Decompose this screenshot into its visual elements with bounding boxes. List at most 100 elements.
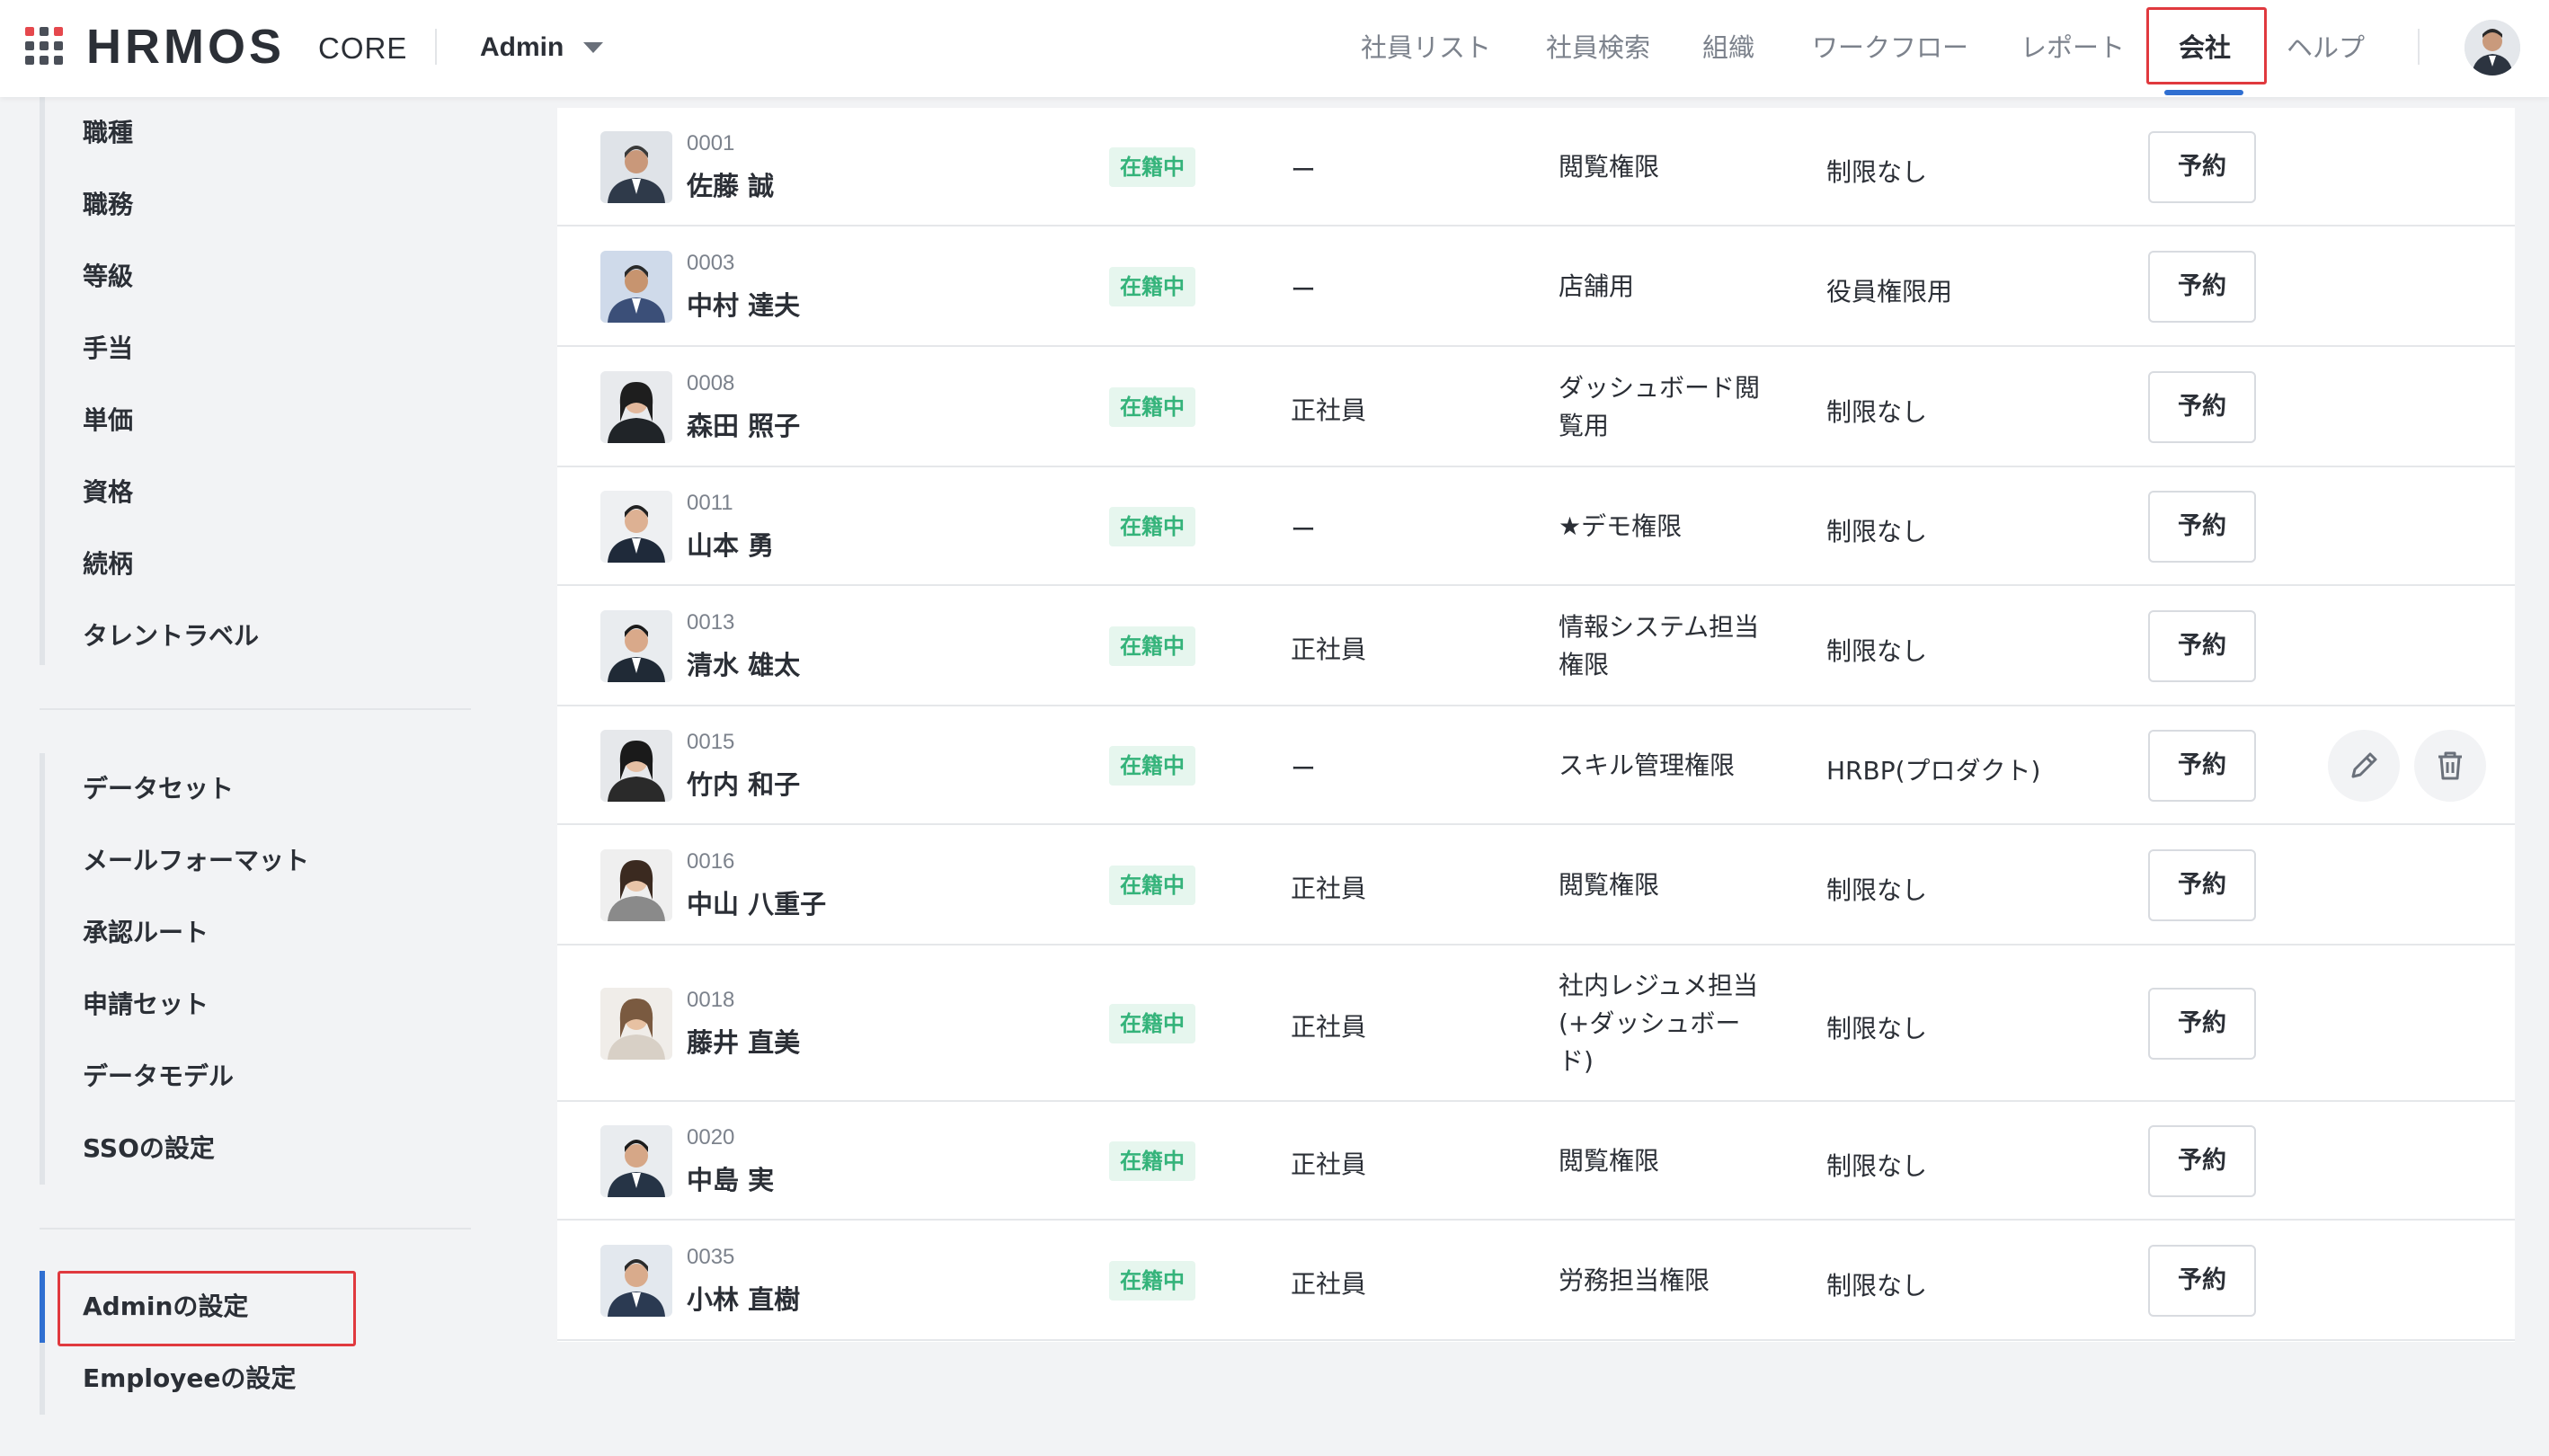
employee-id: 0035 xyxy=(687,1245,735,1269)
sidebar-item-allowance[interactable]: 手当 xyxy=(45,313,259,385)
employee-photo xyxy=(600,610,672,682)
employment-type: ー xyxy=(1291,754,1317,784)
employee-name[interactable]: 中島 実 xyxy=(687,1159,774,1197)
permission-name: スキル管理権限 xyxy=(1559,750,1736,780)
header-divider xyxy=(2418,29,2420,65)
nav-help[interactable]: ヘルプ xyxy=(2287,25,2365,70)
sidebar-item-unit-price[interactable]: 単価 xyxy=(45,385,259,457)
reserve-button[interactable]: 予約 xyxy=(2148,1245,2256,1317)
reserve-button[interactable]: 予約 xyxy=(2148,988,2256,1060)
employee-name[interactable]: 竹内 和子 xyxy=(687,764,800,802)
active-tab-indicator xyxy=(2164,90,2243,95)
sidebar-item-employee-settings[interactable]: Employeeの設定 xyxy=(45,1343,296,1415)
status-badge: 在籍中 xyxy=(1109,746,1195,786)
access-scope: 制限なし xyxy=(1826,875,1928,905)
access-scope: 制限なし xyxy=(1826,1271,1928,1301)
table-row[interactable]: 0011 山本 勇 在籍中 ー ★デモ権限 制限なし 予約 xyxy=(557,467,2515,586)
sidebar-item-data-model[interactable]: データモデル xyxy=(45,1041,309,1113)
employee-photo xyxy=(600,730,672,802)
nav-employee-list[interactable]: 社員リスト xyxy=(1361,25,1491,70)
reserve-button[interactable]: 予約 xyxy=(2148,491,2256,563)
table-row[interactable]: 0020 中島 実 在籍中 正社員 閲覧権限 制限なし 予約 xyxy=(557,1102,2515,1221)
employee-name[interactable]: 山本 勇 xyxy=(687,525,774,563)
table-row[interactable]: 0003 中村 達夫 在籍中 ー 店舗用 役員権限用 予約 xyxy=(557,226,2515,347)
employment-type: 正社員 xyxy=(1291,1269,1367,1299)
sidebar-item-qualification[interactable]: 資格 xyxy=(45,457,259,528)
table-row[interactable]: 0001 佐藤 誠 在籍中 ー 閲覧権限 制限なし 予約 xyxy=(557,108,2515,226)
permission-name: 閲覧権限 xyxy=(1559,1146,1660,1176)
nav-employee-search[interactable]: 社員検索 xyxy=(1546,25,1650,70)
pencil-icon[interactable] xyxy=(2328,730,2400,802)
user-avatar[interactable] xyxy=(2465,20,2520,75)
sidebar-item-request-set[interactable]: 申請セット xyxy=(45,969,309,1041)
sidebar-item-grade[interactable]: 等級 xyxy=(45,241,259,313)
permission-name: 店舗用 xyxy=(1559,271,1635,301)
employee-name[interactable]: 中山 八重子 xyxy=(687,883,826,921)
tenant-switcher[interactable]: Admin xyxy=(480,27,604,68)
employment-type: 正社員 xyxy=(1291,1012,1367,1042)
status-badge: 在籍中 xyxy=(1109,626,1195,666)
table-row[interactable]: 0035 小林 直樹 在籍中 正社員 労務担当権限 制限なし 予約 xyxy=(557,1221,2515,1341)
employee-id: 0008 xyxy=(687,371,735,395)
status-badge: 在籍中 xyxy=(1109,387,1195,427)
sidebar-item-sso-settings[interactable]: SSOの設定 xyxy=(45,1113,309,1185)
employee-name[interactable]: 森田 照子 xyxy=(687,405,800,443)
sidebar-item-relationship[interactable]: 続柄 xyxy=(45,528,259,600)
table-row[interactable]: 0016 中山 八重子 在籍中 正社員 閲覧権限 制限なし 予約 xyxy=(557,825,2515,946)
sidebar-divider xyxy=(40,708,471,710)
reserve-button[interactable]: 予約 xyxy=(2148,610,2256,682)
access-scope: 制限なし xyxy=(1826,1151,1928,1181)
reserve-button[interactable]: 予約 xyxy=(2148,371,2256,443)
admin-users-table: 0001 佐藤 誠在籍中ー閲覧権限 制限なし 予約 0003 中村 達夫 在籍中ー店舗用役… xyxy=(557,108,2515,1342)
employee-id: 0018 xyxy=(687,988,735,1012)
reserve-button[interactable]: 予約 xyxy=(2148,131,2256,203)
nav-organization[interactable]: 組織 xyxy=(1702,25,1754,70)
access-scope: 制限なし xyxy=(1826,1014,1928,1043)
employee-id: 0020 xyxy=(687,1125,735,1150)
sidebar-divider xyxy=(40,1228,471,1230)
employment-type: 正社員 xyxy=(1291,874,1367,903)
header-divider xyxy=(435,29,437,65)
employee-name[interactable]: 中村 達夫 xyxy=(687,285,800,323)
sidebar-group-system: データセット メールフォーマット 承認ルート 申請セット データモデル SSOの… xyxy=(40,753,309,1185)
access-scope: 制限なし xyxy=(1826,636,1928,666)
access-scope: 制限なし xyxy=(1826,157,1928,187)
table-row[interactable]: 0013 清水 雄太 在籍中 正社員 情報システム担当権限 制限なし 予約 xyxy=(557,586,2515,706)
sidebar-item-dataset[interactable]: データセット xyxy=(45,753,309,825)
employee-name[interactable]: 小林 直樹 xyxy=(687,1279,800,1317)
reserve-button[interactable]: 予約 xyxy=(2148,251,2256,323)
sidebar-item-talent-label[interactable]: タレントラベル xyxy=(45,600,259,672)
annotation-highlight-box xyxy=(2146,7,2267,84)
hrmos-logo[interactable]: HRMOS xyxy=(86,18,285,75)
sidebar-group-master: 職種 職務 等級 手当 単価 資格 続柄 タレントラベル xyxy=(40,97,259,665)
reserve-button[interactable]: 予約 xyxy=(2148,1125,2256,1197)
employee-name[interactable]: 藤井 直美 xyxy=(687,1022,800,1060)
status-badge: 在籍中 xyxy=(1109,1261,1195,1301)
status-badge: 在籍中 xyxy=(1109,866,1195,905)
sidebar-item-duty[interactable]: 職務 xyxy=(45,169,259,241)
permission-name: 閲覧権限 xyxy=(1559,152,1660,182)
status-badge: 在籍中 xyxy=(1109,267,1195,306)
table-row[interactable]: 0008 森田 照子 在籍中 正社員 ダッシュボード閲覧用 制限なし 予約 xyxy=(557,347,2515,467)
employee-name[interactable]: 清水 雄太 xyxy=(687,644,800,682)
permission-name: 閲覧権限 xyxy=(1559,870,1660,900)
employment-type: ー xyxy=(1291,515,1317,545)
status-badge: 在籍中 xyxy=(1109,1141,1195,1181)
employment-type: ー xyxy=(1291,275,1317,305)
reserve-button[interactable]: 予約 xyxy=(2148,730,2256,802)
table-row[interactable]: 0018 藤井 直美 在籍中 正社員 社内レジュメ担当(+ダッシュボード) 制限なし 予約 xyxy=(557,946,2515,1102)
table-row[interactable]: 0015 竹内 和子 在籍中 ー スキル管理権限 HRBP(プロダクト) 予約 xyxy=(557,706,2515,825)
employment-type: 正社員 xyxy=(1291,635,1367,664)
reserve-button[interactable]: 予約 xyxy=(2148,849,2256,921)
logo-product-name: CORE xyxy=(318,31,408,65)
sidebar-item-approval-route[interactable]: 承認ルート xyxy=(45,897,309,969)
nav-workflow[interactable]: ワークフロー xyxy=(1812,25,1968,70)
nav-report[interactable]: レポート xyxy=(2021,25,2125,70)
employee-photo xyxy=(600,1245,672,1317)
employee-name[interactable]: 佐藤 誠 xyxy=(687,165,774,203)
apps-grid-icon[interactable] xyxy=(25,27,63,65)
sidebar-item-job-type[interactable]: 職種 xyxy=(45,97,259,169)
trash-icon[interactable] xyxy=(2414,730,2486,802)
access-scope: 役員権限用 xyxy=(1826,277,1953,306)
sidebar-item-mail-format[interactable]: メールフォーマット xyxy=(45,825,309,897)
